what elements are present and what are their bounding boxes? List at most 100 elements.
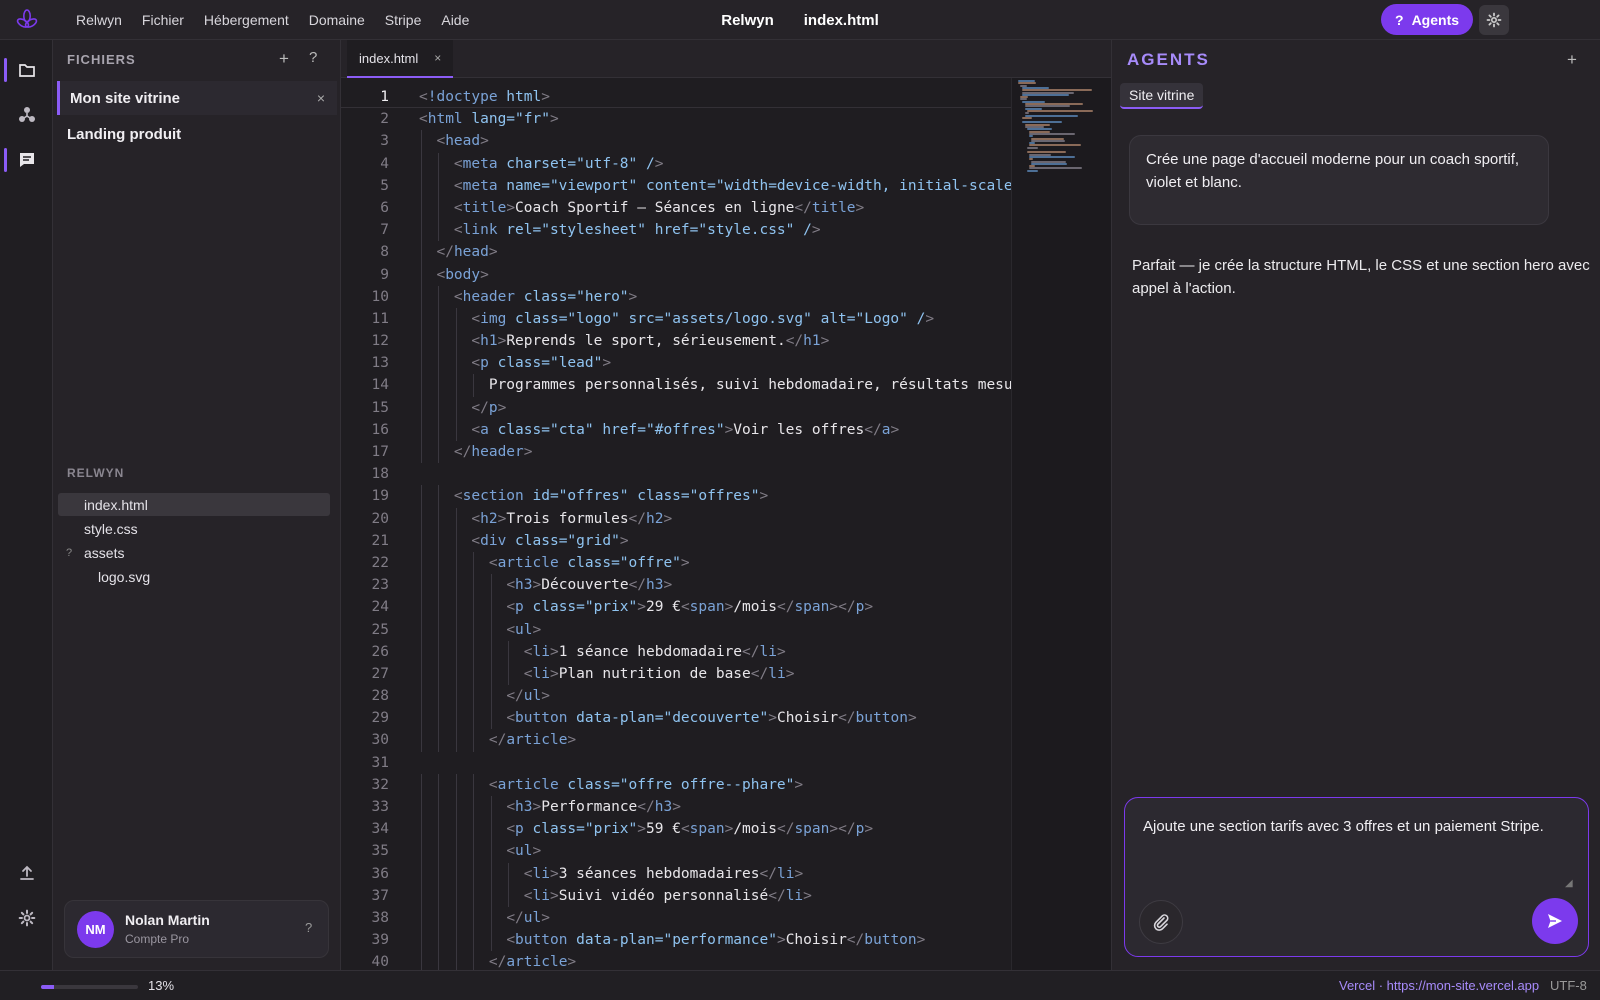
integrations-icon: [18, 107, 35, 122]
code-line[interactable]: 36 <li>3 séances hebdomadaires</li>: [341, 862, 1011, 885]
code-line[interactable]: 7 <link rel="stylesheet" href="style.css…: [341, 219, 1011, 242]
folder-icon: [18, 64, 35, 77]
code-line[interactable]: 11 <img class="logo" src="assets/logo.sv…: [341, 307, 1011, 331]
code-line[interactable]: 21 <div class="grid">: [341, 529, 1011, 552]
code-line[interactable]: 33 <h3>Performance</h3>: [341, 796, 1011, 819]
user-help-button[interactable]: ?: [305, 920, 312, 935]
close-icon[interactable]: ×: [434, 51, 441, 65]
folder-item[interactable]: ? assets: [58, 541, 330, 564]
line-number: 35: [371, 843, 389, 860]
menu-fichier[interactable]: Fichier: [142, 12, 184, 28]
code-line[interactable]: 34 <p class="prix">59 €<span>/mois</span…: [341, 818, 1011, 841]
gear-icon: [18, 909, 35, 927]
app-name: Relwyn: [721, 11, 774, 29]
message-input[interactable]: Ajoute une section tarifs avec 3 offres …: [1143, 816, 1553, 838]
attach-button[interactable]: [1139, 900, 1183, 944]
code-line[interactable]: 29 <button data-plan="decouverte">Choisi…: [341, 707, 1011, 730]
code-line[interactable]: 1 <!doctype html>: [341, 86, 1011, 109]
agents-button[interactable]: ? Agents: [1381, 4, 1474, 35]
code-line[interactable]: 25 <ul>: [341, 618, 1011, 641]
minimap-line: [1029, 158, 1034, 161]
code-line[interactable]: 9 <body>: [341, 263, 1011, 286]
code-line[interactable]: 19 <section id="offres" class="offres">: [341, 485, 1011, 508]
code-line[interactable]: 40 </article>: [341, 951, 1011, 970]
project-item[interactable]: Mon site vitrine ×: [57, 81, 337, 115]
add-project-button[interactable]: +: [279, 49, 289, 69]
send-button[interactable]: [1532, 898, 1578, 944]
code-line[interactable]: 14 Programmes personnalisés, suivi hebdo…: [341, 374, 1011, 397]
project-item[interactable]: Landing produit: [57, 117, 337, 151]
settings-button[interactable]: [1479, 5, 1509, 35]
code-line[interactable]: 27 <li>Plan nutrition de base</li>: [341, 662, 1011, 686]
code-text: <h3>Performance</h3>: [506, 799, 681, 815]
line-number: 3: [380, 133, 389, 150]
code-line[interactable]: 13 <p class="lead">: [341, 352, 1011, 375]
app-logo-icon[interactable]: [0, 0, 54, 40]
code-line[interactable]: 35 <ul>: [341, 840, 1011, 863]
code-line[interactable]: 20 <h2>Trois formules</h2>: [341, 507, 1011, 530]
avatar: NM: [77, 911, 114, 948]
menu-relwyn[interactable]: Relwyn: [76, 12, 122, 28]
tab-site-vitrine[interactable]: Site vitrine: [1120, 83, 1204, 109]
rail-integrations[interactable]: [0, 100, 53, 130]
sidebar-help-button[interactable]: ?: [309, 49, 317, 66]
menu-stripe[interactable]: Stripe: [385, 12, 422, 28]
code-line[interactable]: 15 </p>: [341, 396, 1011, 419]
file-item[interactable]: logo.svg: [58, 565, 330, 588]
code-line[interactable]: 6 <title>Coach Sportif — Séances en lign…: [341, 196, 1011, 220]
code-line[interactable]: 8 </head>: [341, 241, 1011, 264]
line-number: 23: [371, 577, 389, 594]
code-line[interactable]: 23 <h3>Découverte</h3>: [341, 574, 1011, 597]
deploy-link[interactable]: Vercel · https://mon-site.vercel.app: [1339, 978, 1539, 993]
resize-handle-icon[interactable]: ◢: [1565, 878, 1573, 889]
code-text: </ul>: [506, 909, 550, 926]
code-line[interactable]: 24 <p class="prix">29 €<span>/mois</span…: [341, 596, 1011, 619]
code-line[interactable]: 38 </ul>: [341, 906, 1011, 930]
code-text: <link rel="stylesheet" href="style.css" …: [453, 222, 821, 239]
rail-upload[interactable]: [0, 858, 53, 888]
rail-files[interactable]: [0, 55, 53, 85]
user-card[interactable]: NM Nolan Martin Compte Pro ?: [64, 900, 329, 958]
tab-index-html[interactable]: index.html ×: [347, 40, 454, 78]
code-line[interactable]: 31: [341, 752, 1011, 774]
top-bar: Relwyn Fichier Hébergement Domaine Strip…: [0, 0, 1600, 40]
file-item[interactable]: index.html: [58, 493, 330, 516]
message-composer[interactable]: Ajoute une section tarifs avec 3 offres …: [1124, 797, 1589, 957]
code-line[interactable]: 17 </header>: [341, 441, 1011, 464]
code-line[interactable]: 39 <button data-plan="performance">Chois…: [341, 929, 1011, 952]
file-item[interactable]: style.css: [58, 517, 330, 540]
code-line[interactable]: 22 <article class="offre">: [341, 551, 1011, 575]
menu-hebergement[interactable]: Hébergement: [204, 12, 289, 28]
user-message: Crée une page d'accueil moderne pour un …: [1129, 135, 1549, 225]
code-line[interactable]: 37 <li>Suivi vidéo personnalisé</li>: [341, 884, 1011, 907]
code-line[interactable]: 12 <h1>Reprends le sport, sérieusement.<…: [341, 330, 1011, 353]
code-line[interactable]: 30 </article>: [341, 729, 1011, 752]
status-bar: 13% Vercel · https://mon-site.vercel.app…: [0, 970, 1600, 1000]
rail-chat[interactable]: [0, 145, 53, 175]
rail-settings[interactable]: [0, 903, 53, 933]
line-number: 25: [371, 621, 389, 638]
minimap-line: [1022, 93, 1069, 96]
code-line[interactable]: 26 <li>1 séance hebdomadaire</li>: [341, 640, 1011, 663]
line-number: 24: [371, 599, 389, 616]
code-area[interactable]: 1 <!doctype html> 2 <html lang="fr"> 3 <head…: [341, 86, 1011, 970]
menu-domaine[interactable]: Domaine: [309, 12, 365, 28]
encoding-indicator[interactable]: UTF-8: [1550, 978, 1587, 993]
line-number: 27: [371, 665, 389, 682]
code-line[interactable]: 4 <meta charset="utf-8" />: [341, 152, 1011, 175]
minimap[interactable]: [1011, 78, 1111, 970]
code-text: <a class="cta" href="#offres">Voir les o…: [471, 421, 900, 438]
code-line[interactable]: 16 <a class="cta" href="#offres">Voir le…: [341, 418, 1011, 441]
code-line[interactable]: 18: [341, 463, 1011, 485]
new-agent-button[interactable]: +: [1567, 50, 1577, 70]
code-line[interactable]: 32 <article class="offre offre--phare">: [341, 773, 1011, 796]
code-line[interactable]: 5 <meta name="viewport" content="width=d…: [341, 174, 1011, 197]
code-line[interactable]: 2 <html lang="fr">: [341, 108, 1011, 130]
menu-aide[interactable]: Aide: [441, 12, 469, 28]
line-number: 32: [371, 776, 389, 793]
code-line[interactable]: 3 <head>: [341, 130, 1011, 153]
code-line[interactable]: 28 </ul>: [341, 685, 1011, 708]
code-line[interactable]: 10 <header class="hero">: [341, 285, 1011, 308]
line-number: 40: [371, 954, 389, 970]
close-icon[interactable]: ×: [317, 90, 325, 106]
